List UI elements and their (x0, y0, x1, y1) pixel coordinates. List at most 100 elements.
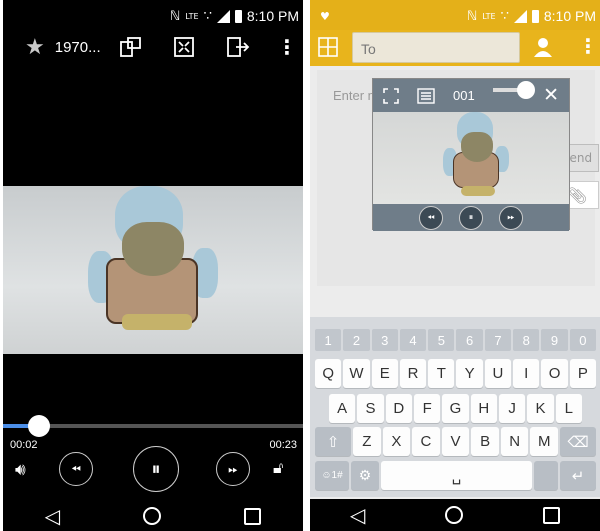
home-icon[interactable] (445, 506, 464, 524)
key-s[interactable]: S (357, 394, 384, 423)
key-o[interactable]: O (541, 359, 568, 388)
key-d[interactable]: D (385, 394, 412, 423)
mini-pause-button[interactable]: ⏸︎ (459, 205, 483, 230)
backspace-icon: ⌫ (567, 433, 589, 451)
more-options-icon[interactable]: ⋮ (578, 34, 598, 58)
recent-apps-icon[interactable] (543, 506, 561, 524)
key-7[interactable]: 7 (484, 329, 512, 351)
expand-icon[interactable] (383, 88, 399, 104)
nfc-icon: ℕ (169, 8, 181, 24)
enter-key[interactable]: ↵ (560, 461, 596, 490)
key-4[interactable]: 4 (399, 329, 427, 351)
clock: 8:10 PM (246, 8, 299, 24)
vibrate-icon: ∵ (500, 8, 509, 24)
key-v[interactable]: V (441, 427, 470, 456)
period-key[interactable] (534, 461, 558, 490)
apps-grid-icon[interactable] (318, 37, 338, 57)
volume-icon[interactable]: 🔊︎ (15, 460, 26, 480)
key-y[interactable]: Y (456, 359, 483, 388)
key-n[interactable]: N (500, 427, 529, 456)
enter-icon: ↵ (571, 467, 585, 485)
mini-player[interactable]: 001 ✕ ⏪︎ ⏸︎ ⏩︎ (372, 78, 570, 231)
player-toolbar: ★ 1970... (3, 32, 303, 62)
keyboard: 1 2 3 4 5 6 7 8 9 0 Q W E R T Y U I O P … (310, 317, 600, 497)
home-icon[interactable] (143, 507, 162, 525)
key-p[interactable]: P (569, 359, 596, 388)
progress-handle[interactable] (28, 415, 50, 437)
key-x[interactable]: X (382, 427, 411, 456)
clock: 8:10 PM (543, 8, 596, 24)
contact-icon[interactable] (532, 36, 554, 58)
share-screen-icon[interactable] (226, 36, 250, 58)
key-e[interactable]: E (371, 359, 398, 388)
key-5[interactable]: 5 (428, 329, 455, 351)
gear-icon: ⚙ (358, 467, 372, 483)
rewind-button[interactable]: ⏪︎ (59, 452, 93, 486)
key-h[interactable]: H (470, 394, 497, 423)
network-label: LTE (482, 11, 496, 21)
progress-bar[interactable] (3, 415, 303, 437)
mini-controls: ⏪︎ ⏸︎ ⏩︎ (373, 204, 569, 231)
space-key[interactable]: ␣ (381, 461, 532, 490)
recent-apps-icon[interactable] (244, 507, 262, 525)
rotate-screen-icon[interactable] (119, 36, 143, 58)
mini-fast-forward-button[interactable]: ⏩︎ (499, 205, 523, 230)
key-f[interactable]: F (413, 394, 441, 423)
bottom-row: ☺1# ⚙ ␣ ↵ (315, 461, 596, 490)
key-k[interactable]: K (527, 394, 554, 423)
key-q[interactable]: Q (315, 359, 342, 388)
current-time: 00:02 (10, 439, 38, 451)
key-9[interactable]: 9 (541, 329, 568, 351)
back-icon[interactable]: ◁ (350, 503, 365, 527)
close-icon[interactable]: ✕ (543, 84, 559, 106)
back-icon[interactable]: ◁ (45, 504, 60, 528)
mini-rewind-button[interactable]: ⏪︎ (419, 205, 443, 230)
backspace-key[interactable]: ⌫ (560, 427, 597, 456)
key-i[interactable]: I (513, 359, 540, 388)
key-2[interactable]: 2 (343, 329, 370, 351)
status-bar: ♥ ℕ LTE ∵ 8:10 PM (310, 0, 600, 32)
key-r[interactable]: R (399, 359, 427, 388)
letter-row-2: A S D F G H J K L (329, 394, 582, 423)
key-0[interactable]: 0 (569, 329, 596, 351)
video-frame[interactable] (3, 186, 303, 354)
total-time: 00:23 (269, 439, 297, 451)
video-figure (88, 186, 218, 354)
video-player-screen: ℕ LTE ∵ 8:10 PM ★ 1970... ⋮ 00:02 00:23 … (3, 0, 303, 531)
key-8[interactable]: 8 (513, 329, 540, 351)
opacity-toggle[interactable] (493, 81, 535, 99)
lock-icon[interactable]: 🔓︎ (273, 458, 283, 478)
key-g[interactable]: G (442, 394, 469, 423)
key-1[interactable]: 1 (315, 329, 342, 351)
status-bar: ℕ LTE ∵ 8:10 PM (3, 0, 303, 32)
key-w[interactable]: W (343, 359, 370, 388)
more-options-icon[interactable]: ⋮ (277, 35, 297, 59)
key-j[interactable]: J (498, 394, 526, 423)
key-m[interactable]: M (530, 427, 559, 456)
settings-key[interactable]: ⚙ (351, 461, 379, 490)
playlist-icon[interactable] (417, 88, 435, 104)
key-c[interactable]: C (412, 427, 440, 456)
mini-video-figure (443, 112, 509, 204)
network-label: LTE (185, 11, 199, 21)
video-title: 1970... (54, 38, 101, 56)
battery-icon (234, 9, 242, 23)
symbols-key[interactable]: ☺1# (315, 461, 349, 490)
key-z[interactable]: Z (353, 427, 381, 456)
key-l[interactable]: L (555, 394, 582, 423)
key-b[interactable]: B (471, 427, 499, 456)
favorite-star-icon[interactable]: ★ (25, 35, 45, 60)
fast-forward-button[interactable]: ⏩︎ (216, 452, 250, 486)
key-u[interactable]: U (484, 359, 512, 388)
mini-video-frame[interactable] (373, 112, 569, 204)
key-a[interactable]: A (329, 394, 356, 423)
shift-key[interactable]: ⇧ (315, 427, 351, 456)
key-6[interactable]: 6 (456, 329, 483, 351)
popup-player-icon[interactable] (173, 36, 195, 58)
recipient-field[interactable]: To (352, 32, 520, 63)
key-t[interactable]: T (428, 359, 455, 388)
key-3[interactable]: 3 (371, 329, 398, 351)
signal-icon (513, 9, 527, 23)
pause-button[interactable]: ⏸︎ (133, 446, 179, 492)
shift-icon: ⇧ (326, 433, 340, 451)
